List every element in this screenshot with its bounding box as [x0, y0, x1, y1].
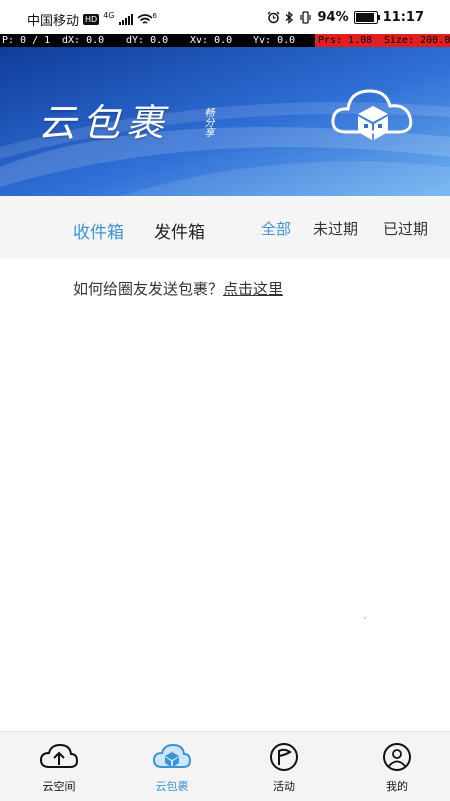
hd-badge: HD	[83, 14, 100, 25]
banner: 云包裹 畅分享	[0, 47, 450, 196]
cloud-upload-icon	[39, 743, 79, 768]
alarm-icon	[267, 11, 280, 24]
debug-pointer-count: P: 0 / 1	[2, 35, 51, 46]
nav-item-cloud-package[interactable]: 云包裹	[137, 742, 207, 794]
stray-dot	[364, 617, 366, 619]
nav-item-activity[interactable]: 活动	[249, 742, 319, 794]
filter-all[interactable]: 全部	[261, 218, 291, 239]
debug-yv: Yv: 0.0	[253, 35, 296, 46]
debug-pressure: Prs: 1.08	[318, 35, 373, 46]
signal-icon	[118, 14, 133, 25]
nav-label-cloud-package: 云包裹	[155, 780, 189, 793]
cloud-package-logo-icon	[331, 89, 413, 140]
bluetooth-icon	[286, 11, 294, 24]
wifi-icon	[136, 13, 153, 24]
hint-link[interactable]: 点击这里	[223, 280, 283, 298]
status-left: 中国移动 HD 4G 6	[27, 10, 161, 29]
status-right: 94% 11:17	[267, 10, 424, 25]
nav-label-cloud-space: 云空间	[42, 780, 76, 793]
debug-xv: Xv: 0.0	[190, 35, 233, 46]
filter-unexpired[interactable]: 未过期	[313, 218, 358, 239]
hint-text: 如何给圈友发送包裹？	[73, 280, 224, 298]
send-package-hint: 如何给圈友发送包裹？点击这里	[73, 278, 283, 299]
user-icon	[383, 743, 411, 771]
banner-title: 云包裹	[38, 101, 171, 145]
tab-inbox[interactable]: 收件箱	[73, 218, 124, 243]
debug-dx: dX: 0.0	[62, 35, 105, 46]
carrier-label: 中国移动	[27, 14, 80, 29]
vibrate-icon	[300, 11, 312, 24]
cloud-package-icon	[152, 743, 192, 768]
banner-subtitle: 畅分享	[202, 107, 213, 137]
network-label: 4G	[103, 11, 115, 20]
box-tabs-bar: 收件箱 发件箱 全部 未过期 已过期	[0, 196, 450, 258]
nav-label-activity: 活动	[273, 780, 295, 793]
debug-size: Size: 200.0	[384, 35, 450, 46]
status-bar: 中国移动 HD 4G 6 94% 11:17	[0, 0, 450, 34]
pointer-debug-bar: P: 0 / 1 dX: 0.0 dY: 0.0 Xv: 0.0 Yv: 0.0…	[0, 34, 450, 47]
battery-percent: 94%	[317, 10, 349, 25]
nav-label-me: 我的	[386, 780, 408, 793]
nav-item-cloud-space[interactable]: 云空间	[24, 742, 94, 794]
debug-dy: dY: 0.0	[126, 35, 169, 46]
bottom-navigation: 云空间 云包裹 活动 我的	[0, 731, 450, 801]
wifi-level: 6	[152, 11, 157, 20]
clock: 11:17	[382, 10, 424, 25]
filter-expired[interactable]: 已过期	[383, 218, 428, 239]
tab-outbox[interactable]: 发件箱	[154, 218, 205, 243]
nav-item-me[interactable]: 我的	[362, 742, 432, 794]
flag-icon	[270, 743, 298, 771]
battery-fill	[355, 13, 375, 22]
battery-icon	[353, 11, 380, 24]
